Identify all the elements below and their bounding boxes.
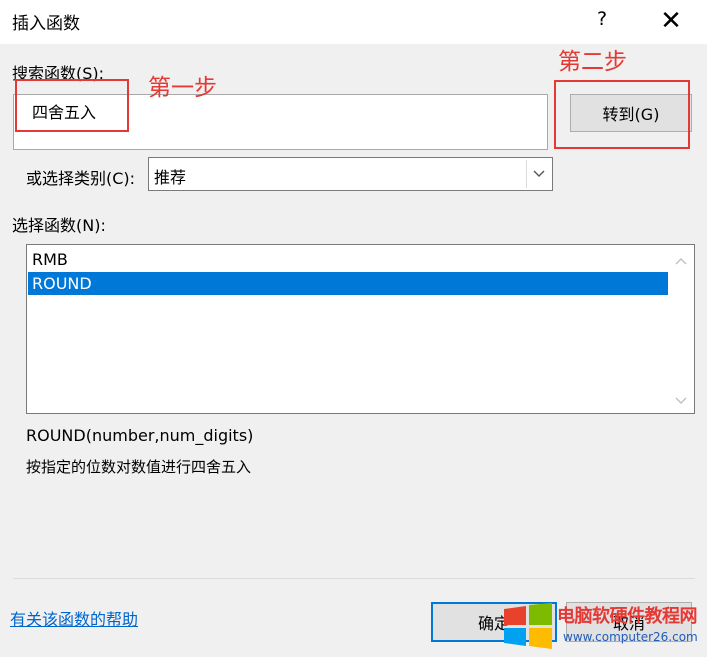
annotation-step1: 第一步 (148, 75, 217, 101)
watermark-url: www.computer26.com (563, 630, 698, 644)
function-help-link[interactable]: 有关该函数的帮助 (10, 606, 138, 630)
function-description: 按指定的位数对数值进行四舍五入 (26, 458, 252, 476)
title-bar: 插入函数 ? ✕ (0, 0, 707, 44)
dialog-title: 插入函数 (12, 14, 80, 34)
category-select[interactable]: 推荐 (148, 157, 553, 191)
annotation-step2: 第二步 (558, 49, 627, 75)
category-selected-value: 推荐 (154, 168, 187, 187)
list-scrollbar[interactable] (668, 245, 694, 413)
annotation-box-step1 (15, 79, 129, 132)
close-button[interactable]: ✕ (656, 6, 686, 36)
chevron-down-icon[interactable] (526, 160, 550, 188)
windows-logo-icon (502, 603, 554, 649)
function-syntax: ROUND(number,num_digits) (26, 426, 254, 445)
function-list[interactable]: RMB ROUND (26, 244, 695, 414)
divider (13, 578, 695, 579)
scroll-down-icon[interactable] (668, 391, 694, 413)
list-item-round[interactable]: ROUND (28, 272, 668, 295)
scroll-up-icon[interactable] (668, 251, 694, 273)
help-button[interactable]: ? (590, 8, 614, 34)
close-icon: ✕ (660, 6, 682, 36)
list-item-rmb[interactable]: RMB (28, 248, 668, 271)
annotation-box-step2 (554, 80, 690, 149)
watermark-title: 电脑软硬件教程网 (557, 606, 698, 627)
category-label: 或选择类别(C): (26, 169, 136, 188)
function-list-label: 选择函数(N): (12, 216, 106, 235)
